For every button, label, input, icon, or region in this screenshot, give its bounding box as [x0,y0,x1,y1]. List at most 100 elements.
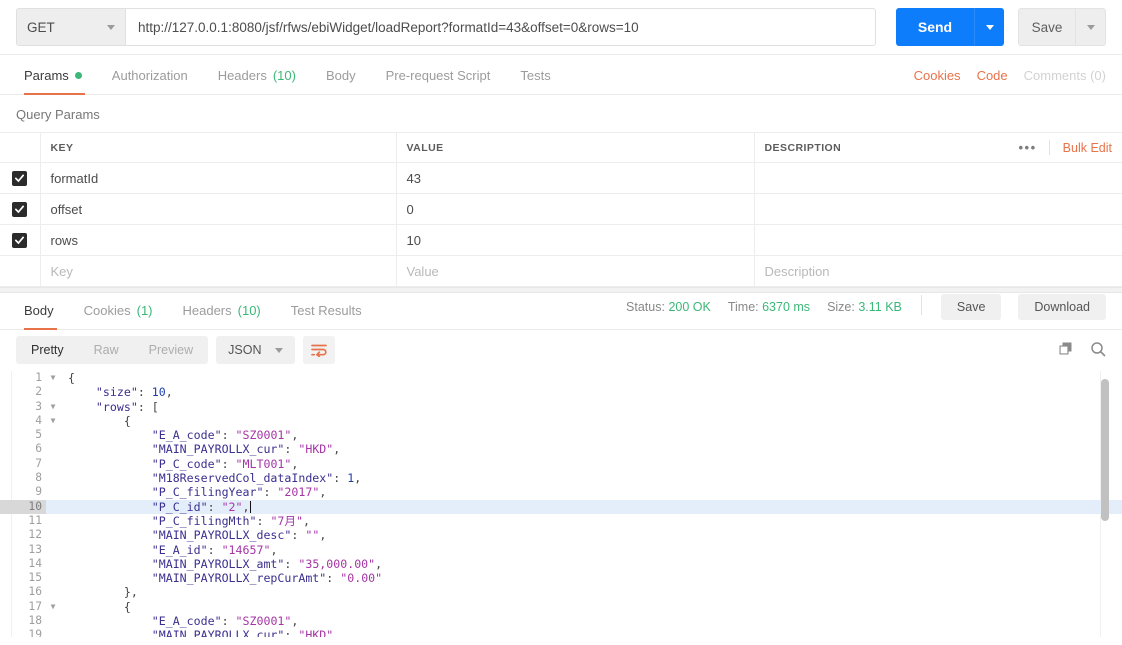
code-line[interactable]: 4 ▼ { [0,414,1122,428]
json-code-area[interactable]: 1 ▼{2 "size": 10, 3 ▼ "rows": [4 ▼ {5 "E_A_c… [0,371,1122,637]
text-caret [249,500,251,513]
tab-authorization[interactable]: Authorization [97,68,203,94]
row-checkbox[interactable] [12,232,28,248]
code-line[interactable]: 13 "E_A_id": "14657", [0,543,1122,557]
status-label: Status: [626,300,665,314]
save-options-button[interactable] [1076,8,1106,46]
code-line[interactable]: 9 "P_C_filingYear": "2017", [0,485,1122,499]
fold-toggle-icon[interactable]: ▼ [46,400,60,414]
new-row-description[interactable]: Description [754,255,1122,287]
code-line[interactable]: 16 }, [0,585,1122,599]
code-line[interactable]: 17 ▼ { [0,600,1122,614]
th-key: KEY [40,132,397,163]
bulk-edit-button[interactable]: Bulk Edit [1063,141,1112,155]
comments-link[interactable]: Comments (0) [1024,68,1106,83]
code-line-text: "E_A_code": "SZ0001", [151,428,299,443]
copy-button[interactable] [1058,341,1074,360]
send-options-button[interactable] [974,8,1004,46]
code-line[interactable]: 5 "E_A_code": "SZ0001", [0,428,1122,442]
vertical-scrollbar-thumb[interactable] [1101,379,1109,521]
send-button[interactable]: Send [896,8,974,46]
table-row: offset 0 [0,193,1122,225]
line-number: 18 [28,614,42,628]
tab-params[interactable]: Params [16,68,97,95]
body-toolbar-actions [1058,341,1106,360]
row-key[interactable]: offset [40,193,397,225]
fold-toggle-icon[interactable]: ▼ [46,600,60,614]
response-tab-cookies[interactable]: Cookies (1) [69,303,168,329]
tab-pre-request-script[interactable]: Pre-request Script [371,68,506,94]
code-line[interactable]: 11 "P_C_filingMth": "7月", [0,514,1122,528]
request-url-input[interactable] [126,8,876,46]
tab-label: Authorization [111,68,188,83]
tab-count-badge: (10) [237,303,261,318]
code-line[interactable]: 1 ▼ { [0,371,1122,385]
code-line[interactable]: 15 "MAIN_PAYROLLX_repCurAmt": "0.00" [0,571,1122,585]
row-value[interactable]: 10 [396,224,755,256]
line-number: 15 [28,571,42,585]
code-line[interactable]: 14 "MAIN_PAYROLLX_amt": "35,000.00", [0,557,1122,571]
code-link[interactable]: Code [977,68,1008,83]
download-response-button[interactable]: Download [1018,294,1106,320]
row-value[interactable]: 0 [396,193,755,225]
line-number: 10 [0,499,46,514]
new-row-key[interactable]: Key [40,255,397,287]
cookies-link[interactable]: Cookies [914,68,961,83]
send-button-group: Send [896,8,1004,46]
code-line-text: { [123,413,131,428]
row-enabled-cell [0,162,41,194]
more-actions-icon[interactable]: ••• [1019,140,1050,155]
http-method-select[interactable]: GET [16,8,126,46]
search-icon [1091,341,1106,356]
row-description[interactable] [754,224,1122,256]
body-format-label: JSON [228,343,262,357]
code-line[interactable]: 10 "P_C_id": "2", [0,499,1122,514]
fold-toggle-icon[interactable]: ▼ [46,414,60,428]
code-line-text: }, [123,585,138,600]
query-params-body: formatId 43 offset 0 rows 10 Key Value D… [0,162,1122,287]
row-key[interactable]: formatId [40,162,397,194]
row-description[interactable] [754,193,1122,225]
tab-body[interactable]: Body [311,68,371,94]
code-line[interactable]: 7 "P_C_code": "MLT001", [0,457,1122,471]
tab-label: Headers [182,303,232,318]
code-line[interactable]: 8 "M18ReservedCol_dataIndex": 1, [0,471,1122,485]
row-enabled-cell [0,193,41,225]
table-row-new: Key Value Description [0,255,1122,287]
tab-headers[interactable]: Headers (10) [203,68,311,94]
wrap-lines-button[interactable] [303,336,336,364]
code-line[interactable]: 19 "MAIN_PAYROLLX_cur": "HKD", [0,628,1122,637]
response-tab-headers[interactable]: Headers (10) [168,303,276,329]
body-mode-raw[interactable]: Raw [79,336,134,364]
new-row-value[interactable]: Value [396,255,755,287]
body-format-select[interactable]: JSON [216,336,296,364]
body-mode-pretty[interactable]: Pretty [16,336,79,364]
tab-count-badge: (1) [136,303,153,318]
response-tab-body[interactable]: Body [16,303,69,330]
tab-count-badge: (10) [272,68,296,83]
code-line[interactable]: 2 "size": 10, [0,385,1122,399]
body-mode-preview[interactable]: Preview [134,336,208,364]
row-checkbox[interactable] [12,170,28,186]
response-tab-test-results[interactable]: Test Results [276,303,377,329]
row-value[interactable]: 43 [396,162,755,194]
code-line[interactable]: 3 ▼ "rows": [ [0,400,1122,414]
row-key[interactable]: rows [40,224,397,256]
code-line[interactable]: 12 "MAIN_PAYROLLX_desc": "", [0,528,1122,542]
response-body-viewer[interactable]: 1 ▼{2 "size": 10, 3 ▼ "rows": [4 ▼ {5 "E_A_c… [0,370,1122,637]
fold-toggle-icon[interactable]: ▼ [46,371,60,385]
copy-icon [1059,342,1072,354]
save-button[interactable]: Save [1018,8,1076,46]
row-description[interactable] [754,162,1122,194]
code-line-text: "MAIN_PAYROLLX_desc": "", [151,528,327,543]
line-number: 12 [28,528,42,542]
row-checkbox[interactable] [12,201,28,217]
th-description-label: DESCRIPTION [764,141,842,154]
code-line[interactable]: 18 "E_A_code": "SZ0001", [0,614,1122,628]
time-label: Time: [727,300,759,314]
vertical-scrollbar-track[interactable] [1101,371,1116,637]
save-response-button[interactable]: Save [940,294,1002,320]
code-line[interactable]: 6 "MAIN_PAYROLLX_cur": "HKD", [0,442,1122,456]
tab-tests[interactable]: Tests [505,68,565,94]
search-button[interactable] [1090,341,1106,360]
